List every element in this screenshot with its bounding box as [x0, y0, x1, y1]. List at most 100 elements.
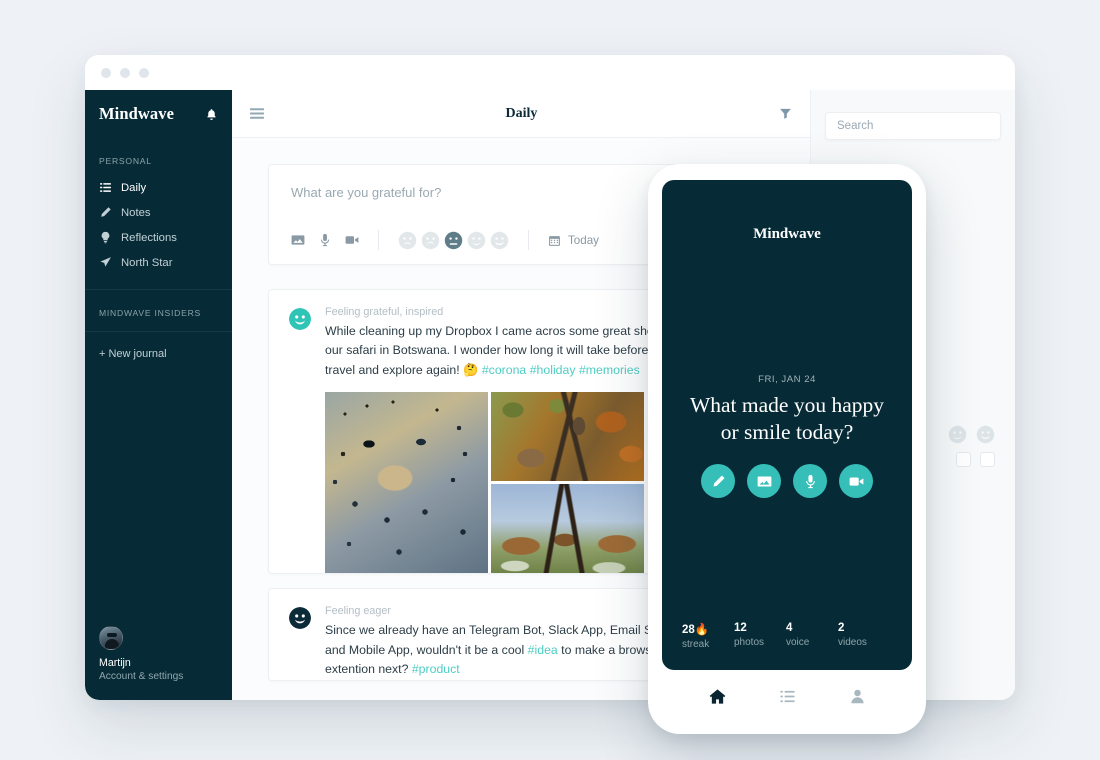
avatar: [99, 626, 123, 650]
microphone-icon[interactable]: [318, 233, 332, 247]
screenshot-stage: Mindwave PERSONAL Daily Notes Reflection…: [0, 0, 1100, 760]
smiley-icon: [289, 607, 311, 630]
calendar-icon: [548, 234, 561, 247]
mood-very-sad-icon[interactable]: [398, 231, 417, 250]
stat-value: 12: [734, 622, 747, 634]
window-close-dot[interactable]: [101, 67, 111, 78]
photo-kudu[interactable]: [491, 392, 644, 482]
sidebar-section-insiders: MINDWAVE INSIDERS: [99, 308, 202, 318]
sidebar-profile[interactable]: Martijn Account & settings: [85, 626, 232, 700]
search-input[interactable]: [825, 112, 1001, 140]
mood-sad-icon[interactable]: [421, 231, 440, 250]
sidebar-item-label: Notes: [121, 206, 151, 219]
list-icon[interactable]: [779, 688, 796, 705]
phone-screen: Mindwave FRI, JAN 24 What made you happy…: [662, 180, 912, 670]
hamburger-icon[interactable]: [250, 108, 264, 119]
hashtag-idea[interactable]: #idea: [528, 643, 558, 657]
checkbox-1[interactable]: [956, 452, 971, 467]
phone-stats: 28🔥 streak 12 photos 4 voice 2 videos: [682, 622, 896, 650]
list-icon: [99, 181, 112, 194]
phone-date: FRI, JAN 24: [758, 374, 816, 385]
entry-text-line3: travel and explore again!: [325, 362, 464, 377]
sidebar-item-north-star[interactable]: North Star: [85, 250, 232, 275]
person-icon[interactable]: [849, 688, 866, 705]
entry-photo-grid: [325, 392, 644, 574]
stat-photos: 12 photos: [734, 622, 786, 650]
photo-leopard[interactable]: [325, 392, 488, 574]
phone-app-logo: Mindwave: [753, 226, 821, 242]
lightbulb-icon: [99, 231, 112, 244]
window-titlebar: [85, 55, 1015, 90]
entry-text-line2b: to make a browse: [557, 642, 659, 657]
app-logo: Mindwave: [99, 104, 175, 123]
sidebar-brand-row: Mindwave: [85, 90, 232, 138]
video-icon[interactable]: [839, 464, 873, 498]
entry-text-line3: extention next?: [325, 662, 412, 677]
checkbox-2[interactable]: [980, 452, 995, 467]
sidebar-item-label: Reflections: [121, 231, 177, 244]
sidebar-item-notes[interactable]: Notes: [85, 200, 232, 225]
new-journal-button[interactable]: + New journal: [85, 332, 232, 360]
phone-prompt: What made you happy or smile today?: [672, 392, 902, 446]
toolbar-divider-2: [528, 230, 529, 250]
video-icon[interactable]: [345, 233, 359, 247]
entry-text-line1: While cleaning up my Dropbox I came acro…: [325, 324, 664, 338]
sidebar-item-label: Daily: [121, 181, 147, 194]
home-icon[interactable]: [709, 688, 726, 705]
topbar: Daily: [232, 90, 810, 138]
entry-text-line2a: and Mobile App, wouldn't it be a cool: [325, 642, 528, 657]
entry-mood: [289, 306, 311, 573]
stat-label: voice: [786, 637, 810, 648]
stat-label: videos: [838, 637, 867, 648]
sidebar-item-label: North Star: [121, 256, 173, 269]
phone-prompt-line2: or smile today?: [720, 419, 854, 444]
image-icon[interactable]: [291, 233, 305, 247]
stat-value: 2: [838, 622, 845, 634]
entry-text-line2: our safari in Botswana. I wonder how lon…: [325, 343, 661, 358]
microphone-icon[interactable]: [793, 464, 827, 498]
window-minimize-dot[interactable]: [120, 67, 130, 78]
stat-voice: 4 voice: [786, 622, 838, 650]
sidebar-item-daily[interactable]: Daily: [85, 175, 232, 200]
date-label: Today: [568, 233, 599, 247]
stat-videos: 2 videos: [838, 622, 890, 650]
entry-mood: [289, 605, 311, 679]
mood-selector: [398, 231, 509, 250]
smiley-icon: [289, 308, 311, 330]
hashtag-memories[interactable]: #memories: [579, 363, 640, 377]
sidebar: Mindwave PERSONAL Daily Notes Reflection…: [85, 90, 232, 700]
profile-subtitle: Account & settings: [99, 671, 184, 682]
sidebar-item-reflections[interactable]: Reflections: [85, 225, 232, 250]
hashtag-product[interactable]: #product: [412, 662, 460, 676]
stat-label: streak: [682, 639, 710, 650]
stat-streak: 28🔥 streak: [682, 622, 734, 650]
phone-action-buttons: [662, 464, 912, 498]
profile-name: Martijn: [99, 657, 131, 669]
window-maximize-dot[interactable]: [139, 67, 149, 78]
entry-text-line1: Since we already have an Telegram Bot, S…: [325, 623, 670, 638]
stat-value: 28🔥: [682, 624, 710, 636]
image-icon[interactable]: [747, 464, 781, 498]
mood-very-happy-icon[interactable]: [976, 425, 995, 444]
mood-very-happy-icon[interactable]: [490, 231, 509, 250]
mood-happy-icon[interactable]: [467, 231, 486, 250]
mood-neutral-icon[interactable]: [444, 231, 463, 250]
phone-mockup: Mindwave FRI, JAN 24 What made you happy…: [648, 164, 926, 734]
bell-icon[interactable]: [205, 108, 218, 121]
hashtag-corona[interactable]: #corona: [482, 363, 526, 377]
hashtag-holiday[interactable]: #holiday: [530, 363, 576, 377]
thinking-emoji: 🤔: [463, 362, 479, 377]
mood-happy-icon[interactable]: [948, 425, 967, 444]
toolbar-divider-1: [378, 230, 379, 250]
stat-label: photos: [734, 637, 765, 648]
phone-bottom-nav: [648, 670, 926, 734]
photo-impalas[interactable]: [491, 484, 644, 574]
page-title: Daily: [505, 105, 538, 121]
filter-icon[interactable]: [779, 107, 792, 120]
paper-plane-icon: [99, 256, 112, 269]
stat-value: 4: [786, 622, 793, 634]
date-picker[interactable]: Today: [548, 234, 599, 247]
pencil-icon[interactable]: [701, 464, 735, 498]
pen-icon: [99, 206, 112, 219]
